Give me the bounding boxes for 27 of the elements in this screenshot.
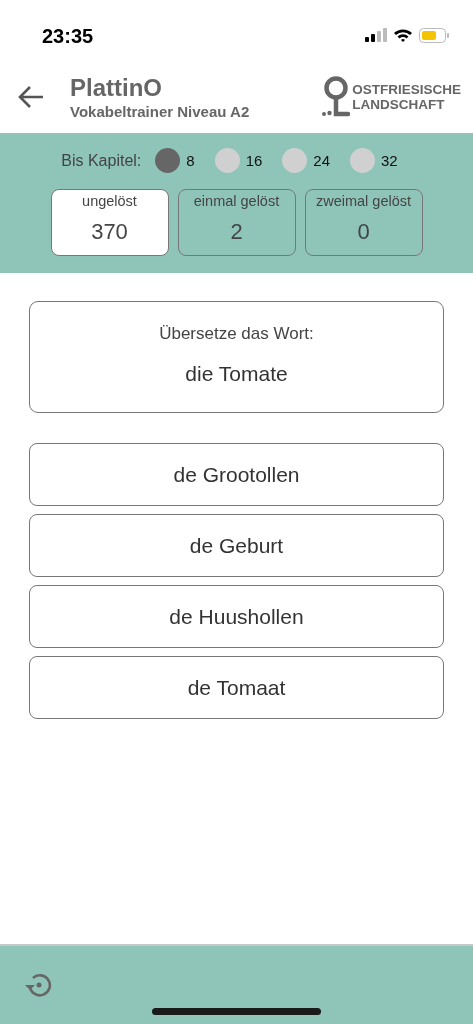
question-prompt: Übersetze das Wort: <box>159 324 314 344</box>
logo-icon <box>322 75 351 118</box>
wifi-icon <box>393 27 413 43</box>
app-subtitle: Vokabeltrainer Niveau A2 <box>70 102 251 120</box>
radio-button[interactable] <box>155 148 181 173</box>
app-title: PlattinO <box>70 73 163 102</box>
counter-tab[interactable]: zweimal gelöst 0 <box>304 189 423 256</box>
status-time: 23:35 <box>42 23 94 48</box>
counter-tab[interactable]: einmal gelöst 2 <box>177 189 296 256</box>
question-word: die Tomate <box>185 362 288 386</box>
chapter-option[interactable]: 16 <box>245 152 263 169</box>
counter-tab[interactable]: ungelöst 370 <box>50 189 169 256</box>
logo-text: OSTFRIESISCHE <box>352 81 461 97</box>
radio-button[interactable] <box>350 148 376 173</box>
signal-icon <box>365 28 387 42</box>
battery-icon <box>419 27 449 43</box>
radio-button[interactable] <box>214 148 240 173</box>
answer-button[interactable]: de Tomaat <box>29 656 444 719</box>
chapter-option[interactable]: 8 <box>186 152 195 169</box>
radio-button[interactable] <box>282 148 308 173</box>
chapter-option[interactable]: 24 <box>313 152 331 169</box>
logo-text: LANDSCHAFT <box>352 96 446 112</box>
answer-button[interactable]: de Grootollen <box>29 443 444 506</box>
chapter-option[interactable]: 32 <box>381 152 398 169</box>
answer-button[interactable]: de Geburt <box>29 514 444 577</box>
chapter-label: Bis Kapitel: <box>61 151 142 170</box>
answer-button[interactable]: de Huushollen <box>29 585 444 648</box>
